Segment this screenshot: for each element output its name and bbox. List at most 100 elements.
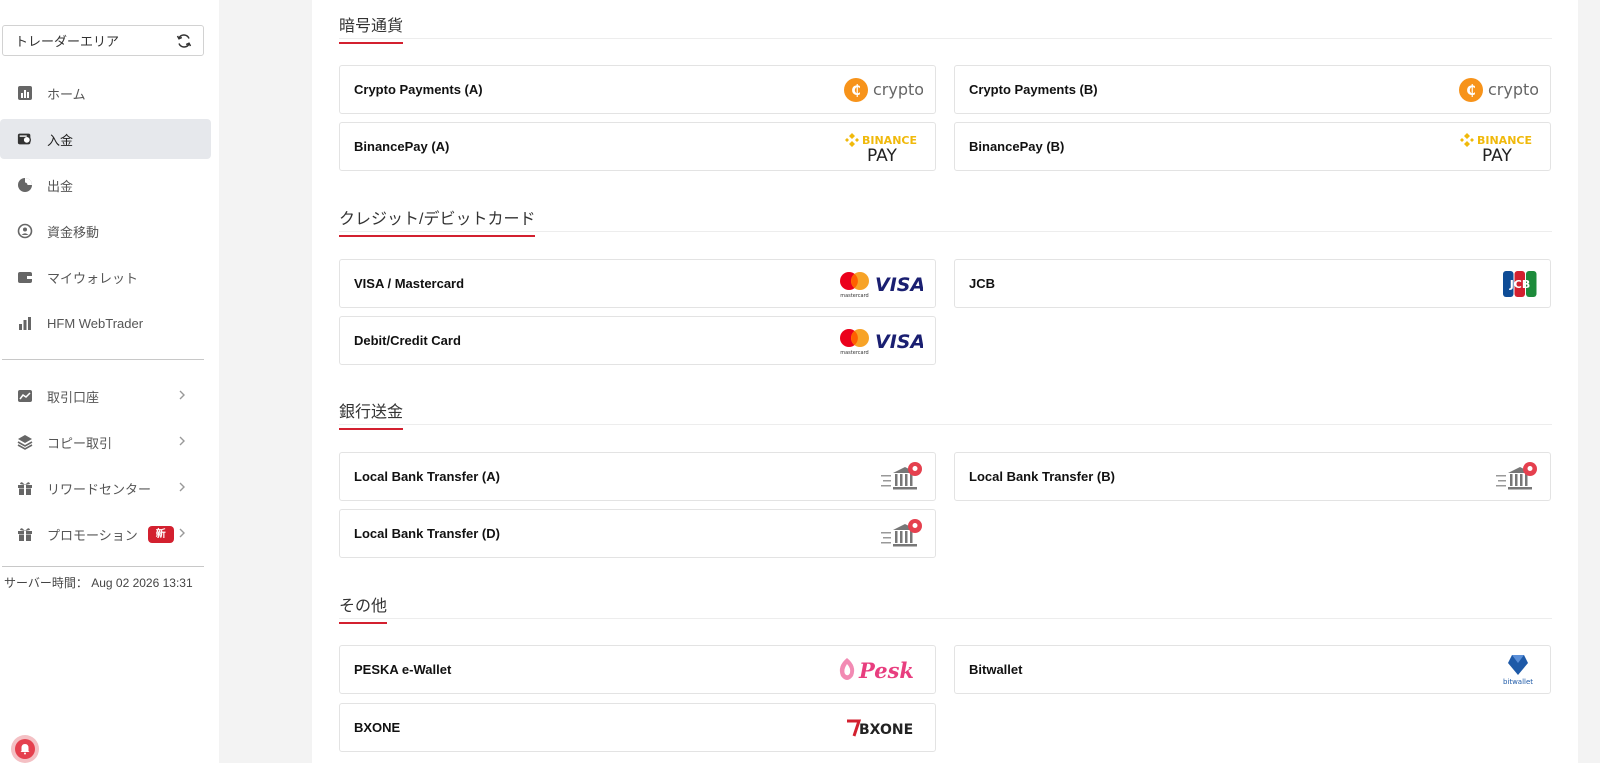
section-divider — [339, 231, 1552, 232]
method-name: Crypto Payments (A) — [354, 82, 483, 97]
bank-transfer-icon — [879, 461, 923, 493]
nav-divider — [2, 359, 204, 360]
chevron-right-icon — [175, 388, 189, 402]
visa-mastercard-logo-icon: mastercard VISA — [839, 269, 923, 299]
nav-item-my-wallet[interactable]: マイウォレット — [0, 257, 211, 297]
method-card-bank-a[interactable]: Local Bank Transfer (A) — [339, 452, 936, 501]
jcb-logo-icon: JCB — [1502, 270, 1538, 298]
server-time-divider — [2, 566, 204, 567]
method-name: Local Bank Transfer (B) — [969, 469, 1115, 484]
server-time: サーバー時間： Aug 02 2026 13:31 — [4, 576, 193, 590]
method-card-jcb[interactable]: JCB JCB — [954, 259, 1551, 308]
nav-label: 入金 — [47, 132, 74, 148]
nav-label: 資金移動 — [47, 224, 100, 240]
nav-label: 取引口座 — [47, 389, 100, 405]
crypto-logo-icon: ₵ crypto — [843, 76, 923, 104]
trading-account-icon — [17, 388, 33, 404]
svg-text:mastercard: mastercard — [840, 293, 868, 299]
method-name: VISA / Mastercard — [354, 276, 465, 291]
withdraw-icon — [17, 177, 33, 193]
svg-text:crypto: crypto — [873, 80, 923, 99]
transfer-icon — [17, 223, 33, 239]
visa-mastercard-logo-icon: mastercard VISA — [839, 326, 923, 356]
secondary-nav: 取引口座 コピー取引 リワードセンター プロモーション 新 — [0, 376, 211, 560]
trader-area-select[interactable]: トレーダーエリア — [2, 25, 204, 56]
method-name: JCB — [969, 276, 996, 291]
section-title-bank: 銀行送金 — [339, 398, 404, 430]
svg-text:BXONE: BXONE — [859, 722, 913, 738]
method-name: Bitwallet — [969, 662, 1023, 677]
nav-label: 出金 — [47, 178, 74, 194]
method-name: BinancePay (A) — [354, 139, 450, 154]
svg-text:bitwallet: bitwallet — [1503, 678, 1533, 686]
svg-text:PAY: PAY — [1482, 146, 1512, 163]
svg-text:Pesk: Pesk — [858, 658, 914, 683]
nav-label: マイウォレット — [47, 270, 139, 286]
method-card-binance-b[interactable]: BinancePay (B) BINANCE PAY — [954, 122, 1551, 171]
refresh-icon[interactable] — [175, 32, 193, 50]
method-card-crypto-a[interactable]: Crypto Payments (A) ₵ crypto — [339, 65, 936, 114]
crypto-logo-icon: ₵ crypto — [1458, 76, 1538, 104]
sidebar: トレーダーエリア ホーム 入金 出金 資金移動 マイウォレット HFM WebT… — [0, 0, 219, 763]
bank-transfer-icon — [879, 518, 923, 550]
nav-item-reward-center[interactable]: リワードセンター — [0, 468, 211, 508]
method-card-peska[interactable]: PESKA e-Wallet Pesk — [339, 645, 936, 694]
method-name: Debit/Credit Card — [354, 333, 461, 348]
nav-item-promotion[interactable]: プロモーション 新 — [0, 514, 211, 554]
layers-icon — [17, 434, 33, 450]
nav-item-copy-trading[interactable]: コピー取引 — [0, 422, 211, 462]
nav-item-home[interactable]: ホーム — [0, 73, 211, 113]
svg-text:VISA: VISA — [875, 331, 923, 353]
deposit-methods-panel: 暗号通貨 Crypto Payments (A) ₵ crypto Crypto … — [312, 0, 1578, 763]
chevron-right-icon — [175, 480, 189, 494]
notification-bell-icon[interactable] — [11, 735, 39, 763]
main-nav: ホーム 入金 出金 資金移動 マイウォレット HFM WebTrader — [0, 73, 211, 349]
bars-icon — [17, 315, 33, 331]
method-card-bank-d[interactable]: Local Bank Transfer (D) — [339, 509, 936, 558]
method-card-bank-b[interactable]: Local Bank Transfer (B) — [954, 452, 1551, 501]
svg-text:₵: ₵ — [1466, 83, 1476, 99]
nav-label: コピー取引 — [47, 435, 113, 451]
wallet-deposit-icon — [17, 131, 33, 147]
method-card-visa-mastercard[interactable]: VISA / Mastercard mastercard VISA — [339, 259, 936, 308]
bitwallet-logo-icon: bitwallet — [1498, 653, 1538, 687]
method-card-debit-credit[interactable]: Debit/Credit Card mastercard VISA — [339, 316, 936, 365]
svg-text:crypto: crypto — [1488, 80, 1538, 99]
gift-icon — [17, 526, 33, 542]
method-card-bitwallet[interactable]: Bitwallet bitwallet — [954, 645, 1551, 694]
method-name: BinancePay (B) — [969, 139, 1065, 154]
new-badge: 新 — [147, 525, 174, 543]
nav-label: プロモーション — [47, 527, 138, 543]
binance-pay-logo-icon: BINANCE PAY — [1458, 131, 1538, 163]
nav-label: HFM WebTrader — [47, 315, 144, 331]
svg-text:VISA: VISA — [875, 274, 923, 296]
method-card-binance-a[interactable]: BinancePay (A) BINANCE PAY — [339, 122, 936, 171]
nav-item-deposit[interactable]: 入金 — [0, 119, 211, 159]
svg-text:JCB: JCB — [1509, 278, 1531, 291]
nav-item-webtrader[interactable]: HFM WebTrader — [0, 303, 211, 343]
method-name: PESKA e-Wallet — [354, 662, 452, 677]
gift-icon — [17, 480, 33, 496]
chevron-right-icon — [175, 526, 189, 540]
nav-item-trading-accounts[interactable]: 取引口座 — [0, 376, 211, 416]
method-name: Local Bank Transfer (A) — [354, 469, 500, 484]
nav-label: ホーム — [47, 86, 86, 102]
bxone-logo-icon: BXONE — [845, 716, 923, 740]
binance-pay-logo-icon: BINANCE PAY — [843, 131, 923, 163]
svg-text:mastercard: mastercard — [840, 350, 868, 356]
trader-area-label: トレーダーエリア — [15, 34, 120, 49]
chart-bar-icon — [17, 85, 33, 101]
bank-transfer-icon — [1494, 461, 1538, 493]
method-name: Crypto Payments (B) — [969, 82, 1098, 97]
section-title-other: その他 — [339, 592, 388, 624]
method-card-bxone[interactable]: BXONE BXONE — [339, 703, 936, 752]
method-name: BXONE — [354, 720, 401, 735]
section-divider — [339, 38, 1552, 39]
nav-item-withdraw[interactable]: 出金 — [0, 165, 211, 205]
method-card-crypto-b[interactable]: Crypto Payments (B) ₵ crypto — [954, 65, 1551, 114]
nav-item-transfer[interactable]: 資金移動 — [0, 211, 211, 251]
section-divider — [339, 618, 1552, 619]
wallet-icon — [17, 269, 33, 285]
method-name: Local Bank Transfer (D) — [354, 526, 500, 541]
section-title-cards: クレジット/デビットカード — [339, 205, 536, 237]
